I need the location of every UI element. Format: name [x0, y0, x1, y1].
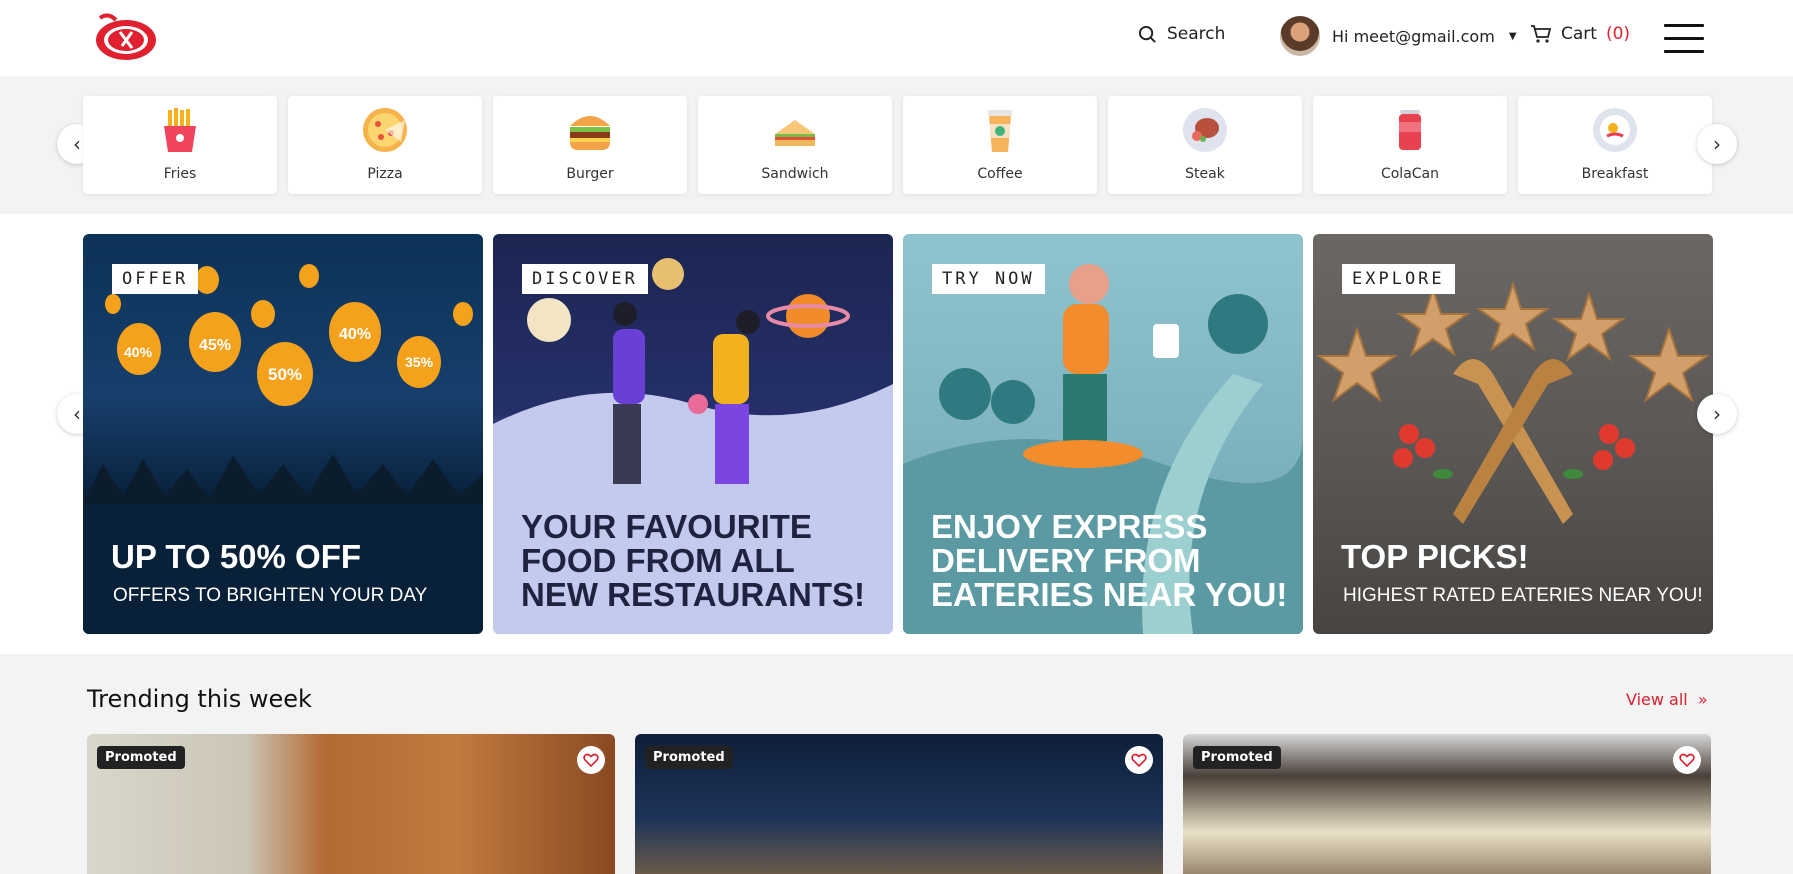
banner-headline: UP TO 50% OFF: [111, 538, 362, 575]
top-header: Search Hi meet@gmail.com ▼ Cart (0): [0, 0, 1793, 76]
user-greeting: Hi meet@gmail.com: [1332, 26, 1495, 46]
banner-subtitle: OFFERS TO BRIGHTEN YOUR DAY: [113, 585, 428, 606]
banner-headline-line: DELIVERY FROM: [931, 542, 1201, 579]
caret-down-icon: ▼: [1508, 30, 1517, 42]
promo-banner-carousel: ‹ 40% 45% 50% 40% 35% OFFER UP TO 50% OF…: [0, 214, 1793, 654]
category-label: Fries: [163, 166, 197, 182]
cola-can-icon: [1399, 110, 1421, 150]
banner-try-now[interactable]: TRY NOW ENJOY EXPRESS DELIVERY FROM EATE…: [903, 234, 1303, 634]
logo[interactable]: [92, 10, 158, 62]
avatar: [1280, 16, 1320, 56]
search-icon: [1138, 25, 1156, 43]
banner-tag: TRY NOW: [932, 264, 1045, 294]
view-all-link[interactable]: View all »: [1626, 690, 1708, 709]
banner-discover[interactable]: DISCOVER YOUR FAVOURITE FOOD FROM ALL NE…: [493, 234, 893, 634]
category-colacan[interactable]: ColaCan: [1313, 96, 1507, 194]
chevron-right-icon: ›: [1713, 132, 1721, 156]
banner-headline-line: FOOD FROM ALL: [521, 542, 795, 579]
banner-next-button[interactable]: ›: [1697, 394, 1737, 434]
category-label: Coffee: [977, 166, 1023, 182]
banner-headline: TOP PICKS!: [1341, 538, 1529, 575]
sandwich-icon: [775, 120, 815, 146]
menu-bar: [1664, 24, 1704, 27]
search-label: Search: [1167, 24, 1226, 44]
category-label: ColaCan: [1380, 166, 1440, 182]
search-button[interactable]: Search: [1138, 24, 1225, 44]
category-burger[interactable]: Burger: [493, 96, 687, 194]
lantern-label: 40%: [339, 326, 372, 343]
burger-icon: [570, 116, 610, 150]
category-sandwich[interactable]: Sandwich: [698, 96, 892, 194]
chevron-left-icon: ‹: [73, 402, 81, 426]
restaurant-card[interactable]: Promoted: [87, 734, 615, 874]
category-pizza[interactable]: Pizza: [288, 96, 482, 194]
category-label: Burger: [566, 166, 614, 182]
banner-tag: OFFER: [112, 264, 199, 294]
category-steak[interactable]: Steak: [1108, 96, 1302, 194]
category-label: Breakfast: [1581, 166, 1649, 182]
restaurant-card[interactable]: Promoted: [1183, 734, 1711, 874]
lantern-label: 45%: [199, 337, 232, 354]
coffee-icon: [988, 110, 1012, 152]
heart-icon: [1679, 753, 1695, 767]
pizza-icon: [363, 108, 407, 152]
category-label: Pizza: [367, 166, 403, 182]
view-all-label: View all: [1626, 690, 1688, 709]
menu-bar: [1664, 50, 1704, 53]
user-menu[interactable]: Hi meet@gmail.com ▼: [1280, 16, 1517, 56]
chevron-left-icon: ‹: [73, 132, 81, 156]
cart-button[interactable]: Cart (0): [1530, 24, 1630, 44]
favorite-button[interactable]: [577, 746, 605, 774]
promoted-badge: Promoted: [1193, 746, 1281, 769]
banner-headline-line: EATERIES NEAR YOU!: [931, 576, 1288, 613]
banner-tag: EXPLORE: [1342, 264, 1455, 294]
double-chevron-right-icon: »: [1692, 690, 1708, 709]
banner-headline-line: NEW RESTAURANTS!: [521, 576, 866, 613]
heart-icon: [1131, 753, 1147, 767]
category-next-button[interactable]: ›: [1697, 124, 1737, 164]
category-fries[interactable]: Fries: [83, 96, 277, 194]
promoted-badge: Promoted: [97, 746, 185, 769]
lantern-label: 40%: [124, 344, 153, 360]
banner-tag: DISCOVER: [522, 264, 648, 294]
category-breakfast[interactable]: Breakfast: [1518, 96, 1712, 194]
banner-offer[interactable]: 40% 45% 50% 40% 35% OFFER UP TO 50% OFF …: [83, 234, 483, 634]
cart-label: Cart: [1561, 24, 1597, 44]
steak-icon: [1183, 108, 1227, 152]
banner-headline-line: YOUR FAVOURITE: [521, 508, 812, 545]
category-label: Steak: [1185, 166, 1225, 182]
fries-icon: [164, 108, 196, 152]
cart-count: (0): [1605, 24, 1631, 44]
category-label: Sandwich: [761, 166, 829, 182]
section-title: Trending this week: [87, 685, 312, 713]
banner-subtitle: HIGHEST RATED EATERIES NEAR YOU!: [1343, 585, 1703, 606]
restaurant-card[interactable]: Promoted: [635, 734, 1163, 874]
breakfast-icon: [1593, 108, 1637, 152]
cart-icon: [1531, 25, 1552, 43]
favorite-button[interactable]: [1125, 746, 1153, 774]
favorite-button[interactable]: [1673, 746, 1701, 774]
lantern-label: 35%: [405, 354, 434, 370]
chevron-right-icon: ›: [1713, 402, 1721, 426]
heart-icon: [583, 753, 599, 767]
banner-explore[interactable]: EXPLORE TOP PICKS! HIGHEST RATED EATERIE…: [1313, 234, 1713, 634]
hamburger-menu-button[interactable]: [1664, 24, 1704, 54]
menu-bar: [1664, 37, 1704, 40]
promoted-badge: Promoted: [645, 746, 733, 769]
banner-headline-line: ENJOY EXPRESS: [931, 508, 1208, 545]
category-strip: ‹ Fries Pizza Burger Sandwich Coffee Ste…: [0, 76, 1793, 214]
category-coffee[interactable]: Coffee: [903, 96, 1097, 194]
lantern-label: 50%: [268, 365, 303, 384]
